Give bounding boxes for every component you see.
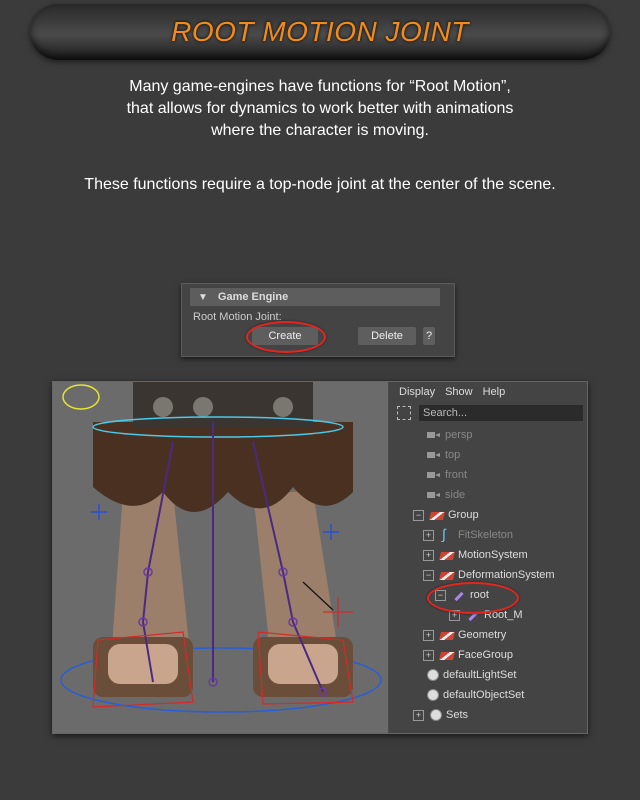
expand-icon[interactable]: +: [423, 549, 434, 561]
group-icon: [438, 572, 456, 580]
outliner-search-input[interactable]: [419, 405, 583, 421]
expand-icon[interactable]: +: [423, 529, 434, 541]
menu-show[interactable]: Show: [445, 386, 473, 398]
outliner-panel: Display Show Help persp top front side −: [389, 382, 587, 733]
outliner-item-label: top: [445, 449, 461, 461]
menu-help[interactable]: Help: [483, 386, 506, 398]
outliner-item-facegroup[interactable]: + FaceGroup: [423, 646, 513, 664]
collapse-icon[interactable]: −: [423, 569, 434, 581]
collapse-icon[interactable]: −: [413, 509, 424, 521]
root-highlight-ring: [427, 582, 519, 614]
group-icon: [428, 512, 446, 520]
outliner-item-defaultobjectset[interactable]: defaultObjectSet: [427, 686, 524, 704]
game-engine-header-label: Game Engine: [217, 291, 289, 303]
outliner-item-label: MotionSystem: [458, 549, 528, 561]
group-icon: [438, 632, 456, 640]
help-button[interactable]: ?: [423, 327, 435, 345]
set-icon: [430, 709, 442, 721]
outliner-item-sets[interactable]: + Sets: [413, 706, 468, 724]
outliner-item-geometry[interactable]: + Geometry: [423, 626, 506, 644]
outliner-item-defaultlightset[interactable]: defaultLightSet: [427, 666, 516, 684]
outliner-item-group[interactable]: − Group: [413, 506, 479, 524]
intro-line: Many game-engines have functions for “Ro…: [129, 78, 511, 95]
outliner-item-label: defaultObjectSet: [443, 689, 525, 701]
outliner-item-top[interactable]: top: [427, 446, 460, 464]
create-highlight-ring: [246, 321, 326, 353]
intro-line: where the character is moving.: [211, 122, 429, 139]
camera-icon: [427, 469, 441, 481]
outliner-item-label: persp: [445, 429, 473, 441]
outliner-search-row: [389, 404, 587, 422]
collapse-triangle-icon[interactable]: ▼: [198, 292, 208, 303]
group-icon: [438, 552, 456, 560]
root-motion-joint-label: Root Motion Joint:: [193, 311, 282, 323]
intro-line: that allows for dynamics to work better …: [126, 100, 514, 117]
outliner-item-label: FitSkeleton: [458, 529, 514, 541]
page-title: ROOT MOTION JOINT: [171, 16, 469, 47]
outliner-item-persp[interactable]: persp: [427, 426, 473, 444]
menu-display[interactable]: Display: [399, 386, 435, 398]
requirement-note: These functions require a top-node joint…: [84, 176, 556, 193]
group-icon: [438, 652, 456, 660]
set-icon: [427, 689, 439, 701]
outliner-item-label: front: [445, 469, 468, 481]
camera-icon: [427, 489, 441, 501]
camera-icon: [427, 429, 441, 441]
intro-text: Many game-engines have functions for “Ro…: [40, 76, 600, 142]
outliner-item-front[interactable]: front: [427, 466, 467, 484]
game-engine-header[interactable]: ▼ Game Engine: [190, 288, 440, 306]
maya-scene-panel: Display Show Help persp top front side −: [52, 381, 588, 734]
expand-icon[interactable]: +: [423, 629, 434, 641]
game-engine-panel: ▼ Game Engine Root Motion Joint: Create …: [181, 283, 455, 357]
outliner-item-label: Sets: [446, 709, 469, 721]
outliner-item-label: DeformationSystem: [458, 569, 555, 581]
delete-button[interactable]: Delete: [358, 327, 416, 345]
outliner-item-fitskeleton[interactable]: + FitSkeleton: [423, 526, 513, 544]
expand-icon[interactable]: +: [413, 709, 424, 721]
set-icon: [427, 669, 439, 681]
curve-icon: [440, 526, 454, 542]
outliner-item-label: side: [445, 489, 466, 501]
filter-icon[interactable]: [397, 406, 411, 420]
outliner-item-label: defaultLightSet: [443, 669, 517, 681]
title-banner: ROOT MOTION JOINT: [30, 4, 610, 60]
outliner-item-motionsystem[interactable]: + MotionSystem: [423, 546, 528, 564]
expand-icon[interactable]: +: [423, 649, 434, 661]
character-render: [53, 382, 388, 733]
outliner-item-label: FaceGroup: [458, 649, 514, 661]
camera-icon: [427, 449, 441, 461]
outliner-item-side[interactable]: side: [427, 486, 465, 504]
outliner-item-label: Geometry: [458, 629, 507, 641]
outliner-menu-bar: Display Show Help: [389, 382, 587, 402]
outliner-item-label: Group: [448, 509, 479, 521]
outliner-item-deformationsystem[interactable]: − DeformationSystem: [423, 566, 555, 584]
3d-viewport[interactable]: [53, 382, 388, 733]
